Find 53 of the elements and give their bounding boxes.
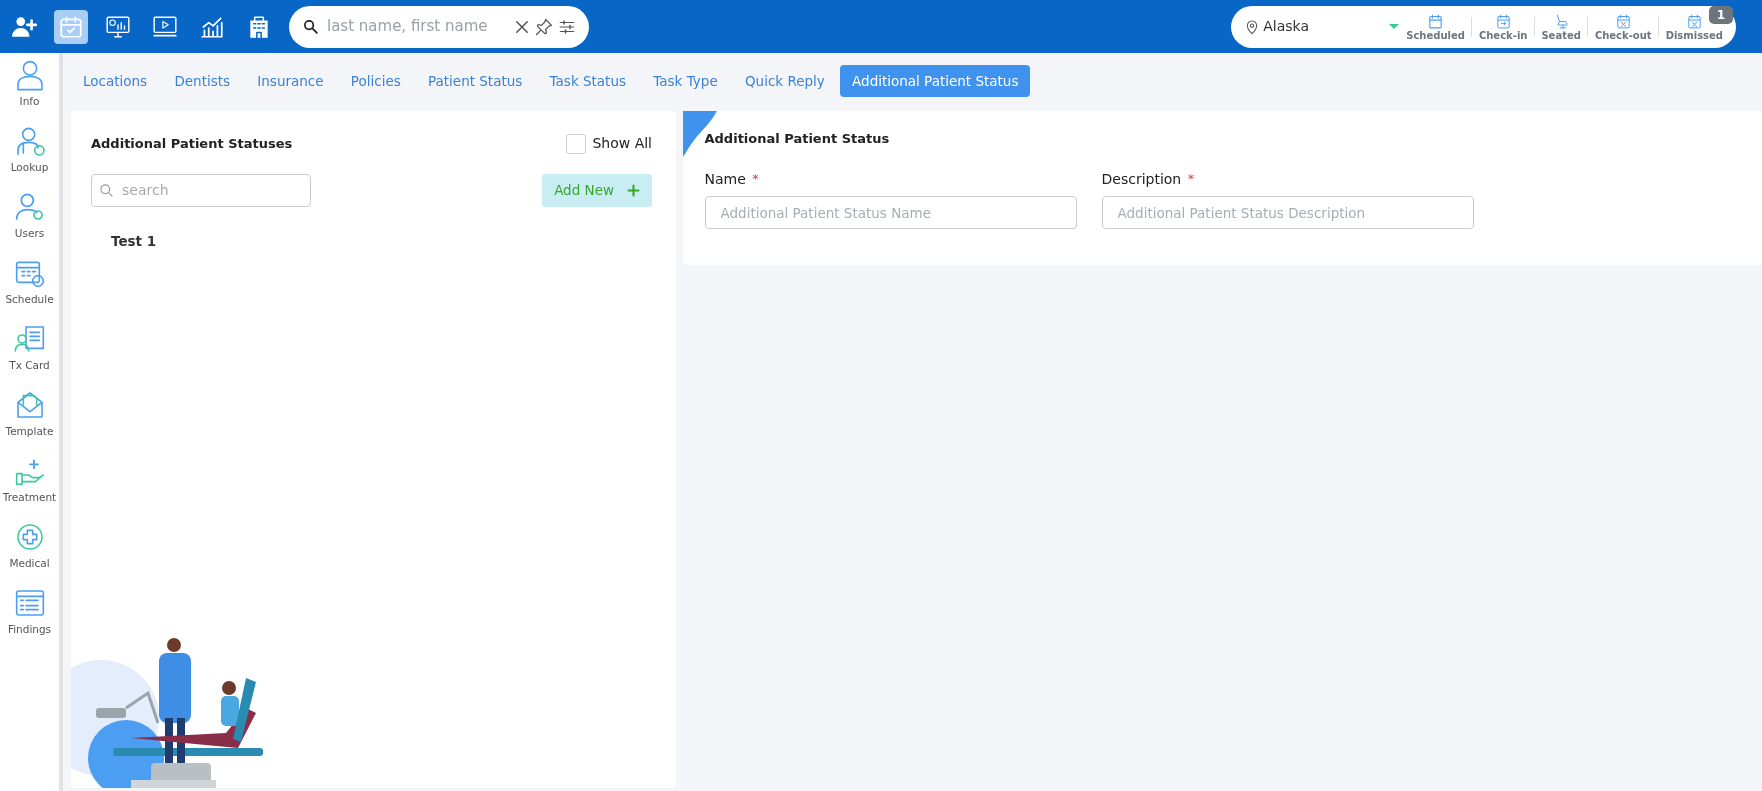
pin-icon[interactable] [534, 16, 555, 37]
status-label[interactable]: Dismissed [1665, 29, 1723, 41]
location-pin-icon [1244, 18, 1260, 35]
panel-title: Additional Patient Status [704, 130, 890, 148]
sidebar-item[interactable]: Template [0, 383, 59, 449]
list-item[interactable]: Test 1 [111, 231, 676, 252]
tab[interactable]: Additional Patient Status [840, 64, 1031, 98]
plus-icon [627, 184, 640, 197]
field-label: Name [704, 169, 746, 189]
tab[interactable]: Policies [338, 64, 413, 98]
status-label[interactable]: Scheduled [1406, 29, 1465, 41]
checkbox-label: Show All [592, 134, 652, 153]
panel-title: Additional Patient Statuses [91, 134, 293, 153]
location-value: Alaska [1263, 17, 1310, 36]
search-field[interactable]: search [91, 174, 311, 207]
sidebar-item[interactable]: Schedule [0, 251, 59, 317]
sidebar-item[interactable]: Treatment [0, 449, 59, 515]
calendar-icon [1427, 12, 1445, 30]
calendar-cross-icon [1685, 12, 1703, 30]
sidebar-item[interactable]: Medical [0, 515, 59, 581]
tab[interactable]: Insurance [245, 64, 336, 98]
required-asterisk: * [752, 169, 759, 188]
tab[interactable]: Quick Reply [732, 64, 837, 98]
add-new-button[interactable]: Add New [542, 174, 652, 207]
tab[interactable]: Locations [71, 64, 160, 98]
show-all-checkbox[interactable] [565, 133, 586, 154]
sidebar-item[interactable]: Users [0, 185, 59, 251]
sidebar-item[interactable]: Tx Card [0, 317, 59, 383]
tab[interactable]: Dentists [162, 64, 243, 98]
patient-search-field[interactable]: last name, first name [288, 5, 589, 48]
sidebar-item[interactable]: Lookup [0, 119, 59, 185]
user-gear-icon [13, 191, 46, 223]
field-label: Description [1101, 169, 1182, 189]
calendar-cross-icon [1614, 12, 1632, 30]
list-window-icon [13, 587, 46, 619]
sidebar-item[interactable]: Info [0, 53, 59, 119]
search-icon [301, 18, 319, 35]
filter-sliders-icon[interactable] [557, 17, 576, 36]
input-field[interactable]: Additional Patient Status Name [704, 196, 1077, 229]
tab[interactable]: Task Status [537, 64, 638, 98]
tab[interactable]: Task Type [641, 64, 730, 98]
sidebar-item[interactable]: Findings [0, 581, 59, 647]
status-label[interactable]: Seated [1541, 29, 1581, 41]
required-asterisk: * [1187, 169, 1195, 188]
status-label[interactable]: Check-out [1594, 29, 1652, 41]
input-field[interactable]: Additional Patient Status Description [1101, 196, 1474, 229]
tab[interactable]: Patient Status [416, 64, 535, 98]
patient-card-icon [13, 323, 46, 355]
count-badge: 1 [1708, 5, 1733, 24]
search-icon [98, 183, 114, 198]
calendar-icon [57, 13, 84, 40]
toolbar-button[interactable] [53, 9, 88, 44]
status-label[interactable]: Check-in [1478, 29, 1528, 41]
